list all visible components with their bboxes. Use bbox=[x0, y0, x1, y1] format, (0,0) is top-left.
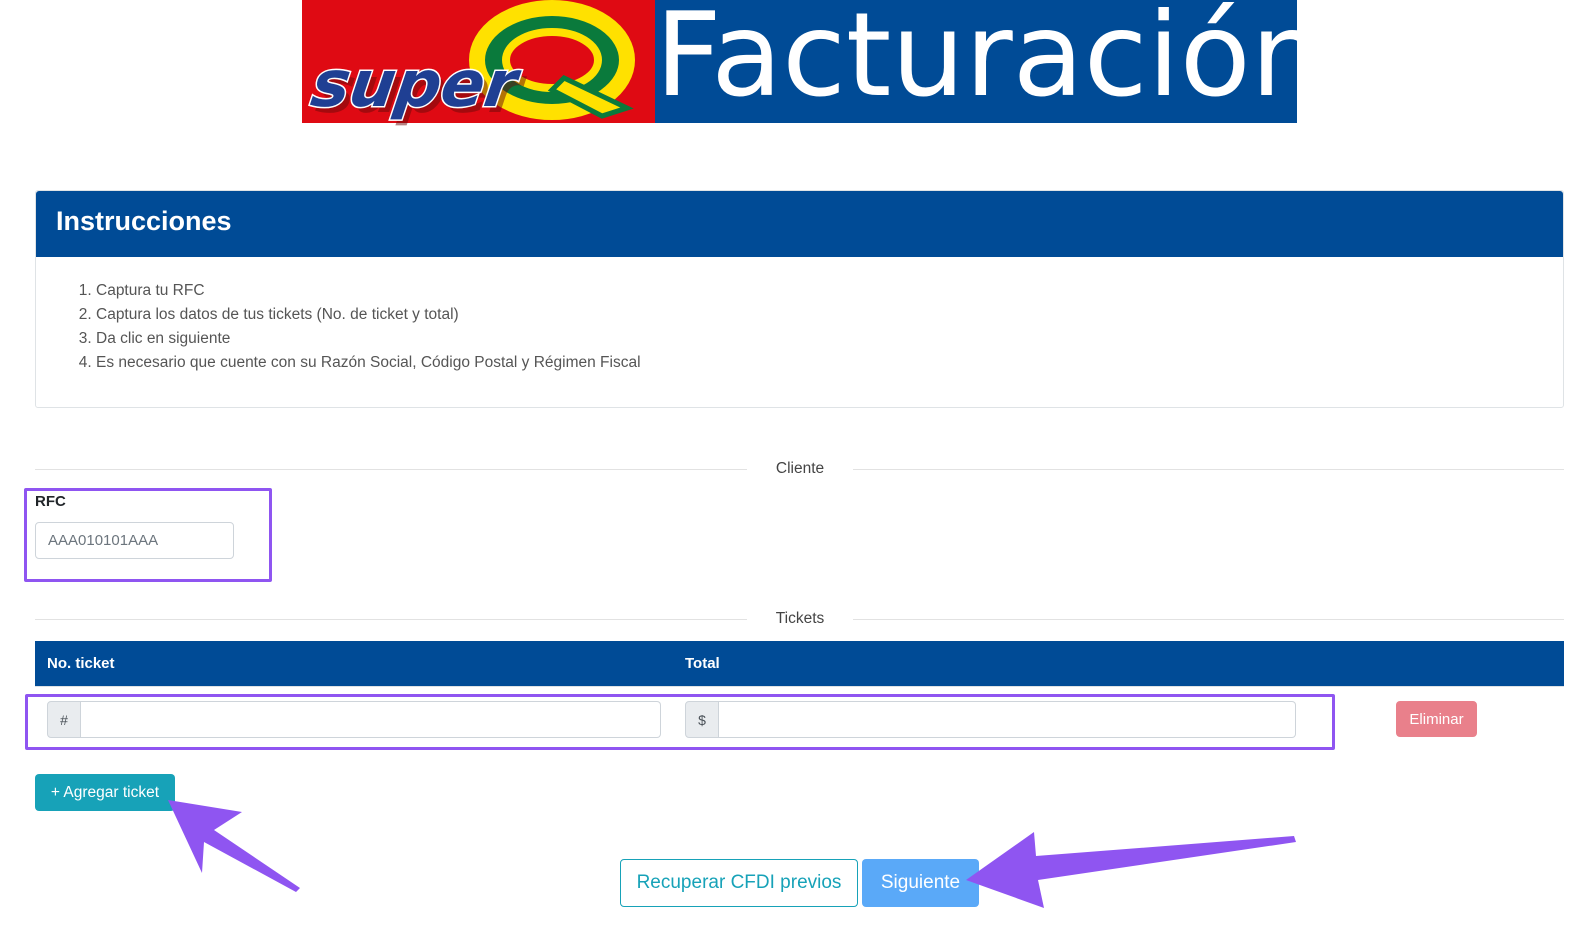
tickets-section-label: Tickets bbox=[775, 610, 825, 627]
column-header-total: Total bbox=[685, 655, 720, 672]
tickets-separator: Tickets bbox=[35, 609, 1564, 629]
arrow-icon bbox=[168, 800, 300, 892]
tickets-table-header: No. ticket Total bbox=[35, 641, 1564, 686]
column-header-ticket: No. ticket bbox=[47, 655, 115, 672]
instruction-step: Captura tu RFC bbox=[96, 279, 1563, 303]
add-ticket-button[interactable]: + Agregar ticket bbox=[35, 774, 175, 811]
delete-ticket-button[interactable]: Eliminar bbox=[1396, 701, 1477, 737]
banner-title-area: Facturación bbox=[655, 0, 1325, 123]
instructions-list: Captura tu RFC Captura los datos de tus … bbox=[76, 279, 1563, 375]
superq-logo: super super bbox=[302, 0, 655, 128]
divider bbox=[853, 619, 1564, 620]
divider bbox=[35, 469, 747, 470]
divider bbox=[35, 686, 1564, 687]
banner-title: Facturación bbox=[655, 0, 1325, 123]
next-button[interactable]: Siguiente bbox=[862, 859, 979, 907]
recover-cfdi-button[interactable]: Recuperar CFDI previos bbox=[620, 859, 858, 907]
instruction-step: Da clic en siguiente bbox=[96, 327, 1563, 351]
arrow-icon bbox=[966, 832, 1296, 908]
ticket-row-highlight-box bbox=[25, 694, 1335, 750]
rfc-highlight-box bbox=[24, 488, 272, 582]
divider bbox=[853, 469, 1564, 470]
divider bbox=[35, 619, 747, 620]
header-banner: super super Facturación bbox=[302, 0, 1325, 128]
instructions-card: Instrucciones Captura tu RFC Captura los… bbox=[35, 190, 1564, 408]
svg-text:super: super bbox=[307, 47, 526, 122]
superq-logo-icon: super super bbox=[305, 0, 635, 128]
instructions-heading: Instrucciones bbox=[36, 191, 1563, 257]
cliente-separator: Cliente bbox=[35, 459, 1564, 479]
cliente-section-label: Cliente bbox=[775, 460, 825, 477]
instructions-body: Captura tu RFC Captura los datos de tus … bbox=[36, 257, 1563, 375]
instruction-step: Es necesario que cuente con su Razón Soc… bbox=[96, 351, 1563, 375]
instruction-step: Captura los datos de tus tickets (No. de… bbox=[96, 303, 1563, 327]
